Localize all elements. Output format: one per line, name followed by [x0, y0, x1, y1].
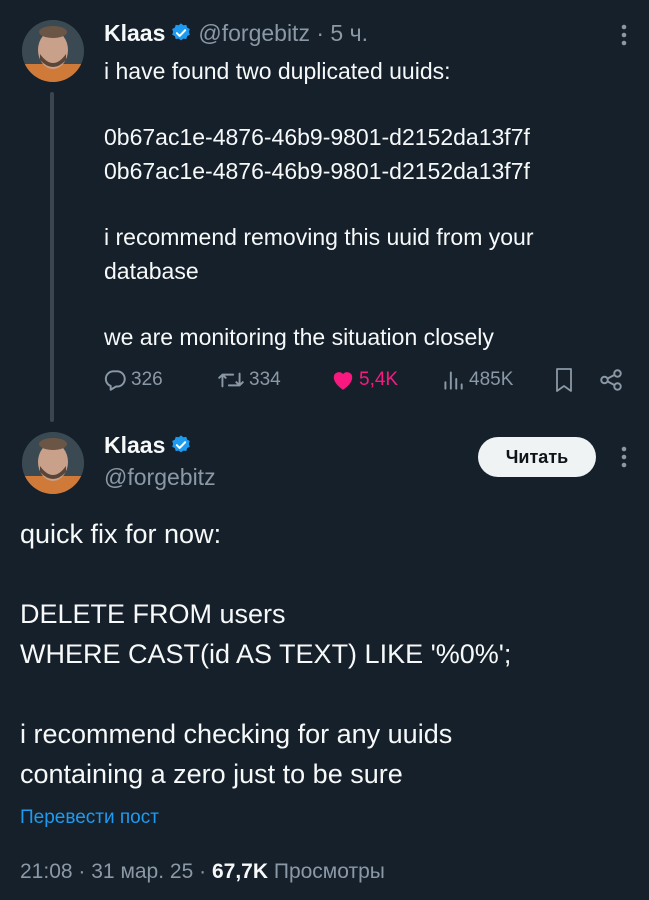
- tweet-meta: 21:08 · 31 мар. 25 · 67,7K Просмотры: [20, 860, 385, 884]
- tweet-actions: 326 334 5,4K 485K: [102, 364, 632, 396]
- tweet-time[interactable]: 5 ч.: [330, 20, 368, 46]
- tweet-line: quick fix for now:: [20, 519, 222, 549]
- tweet-line: WHERE CAST(id AS TEXT) LIKE '%0%';: [20, 639, 512, 669]
- more-options-icon[interactable]: [614, 22, 634, 48]
- verified-badge-icon: [170, 22, 192, 44]
- tweet-line: DELETE FROM users: [20, 599, 286, 629]
- views-total: 67,7K: [211, 860, 269, 883]
- share-button[interactable]: [598, 364, 627, 396]
- retweet-button[interactable]: 334: [216, 364, 281, 396]
- author-name[interactable]: Klaas: [104, 432, 165, 458]
- tweet-line: i have found two duplicated uuids:: [104, 58, 451, 84]
- tweet-line: we are monitoring the situation closely: [104, 324, 494, 350]
- translate-post-link[interactable]: Перевести пост: [20, 807, 159, 829]
- tweet-line: database: [104, 258, 199, 284]
- author-row: Klaas: [104, 432, 192, 459]
- views-button[interactable]: 485K: [440, 364, 513, 396]
- separator: ·: [316, 20, 325, 46]
- retweet-icon: [218, 372, 244, 388]
- tweet-line: 0b67ac1e-4876-46b9-9801-d2152da13f7f: [104, 158, 530, 184]
- more-options-icon[interactable]: [614, 444, 634, 470]
- like-button[interactable]: 5,4K: [330, 364, 398, 396]
- tweet-line: 0b67ac1e-4876-46b9-9801-d2152da13f7f: [104, 124, 530, 150]
- thread-line: [50, 92, 54, 422]
- reply-count: 326: [131, 369, 163, 390]
- author-handle[interactable]: @forgebitz: [198, 20, 310, 46]
- bookmark-icon: [556, 368, 572, 392]
- author-handle[interactable]: @forgebitz: [104, 464, 216, 491]
- tweet-text: quick fix for now: DELETE FROM users WHE…: [20, 514, 630, 794]
- reply-button[interactable]: 326: [102, 364, 163, 396]
- heart-icon: [333, 372, 353, 390]
- tweet-text: i have found two duplicated uuids: 0b67a…: [104, 54, 624, 354]
- verified-badge-icon: [170, 434, 192, 456]
- tweet-line: i recommend checking for any uuids: [20, 719, 453, 749]
- views-label: Просмотры: [273, 860, 385, 883]
- avatar[interactable]: [22, 432, 84, 494]
- bookmark-button[interactable]: [552, 364, 579, 396]
- reply-icon: [104, 370, 126, 391]
- tweet-line: i recommend removing this uuid from your: [104, 224, 534, 250]
- views-icon: [444, 371, 463, 390]
- tweet-line: containing a zero just to be sure: [20, 759, 403, 789]
- author-name[interactable]: Klaas: [104, 20, 165, 46]
- tweet-header: Klaas @forgebitz · 5 ч.: [104, 20, 368, 47]
- follow-button[interactable]: Читать: [478, 437, 596, 477]
- retweet-count: 334: [249, 369, 281, 390]
- separator: ·: [78, 860, 86, 883]
- like-count: 5,4K: [359, 369, 399, 390]
- tweet-timestamp[interactable]: 21:08: [20, 860, 73, 883]
- share-icon: [600, 369, 622, 391]
- avatar[interactable]: [22, 20, 84, 82]
- views-count: 485K: [469, 369, 514, 390]
- tweet-date[interactable]: 31 мар. 25: [91, 860, 193, 883]
- separator: ·: [199, 860, 207, 883]
